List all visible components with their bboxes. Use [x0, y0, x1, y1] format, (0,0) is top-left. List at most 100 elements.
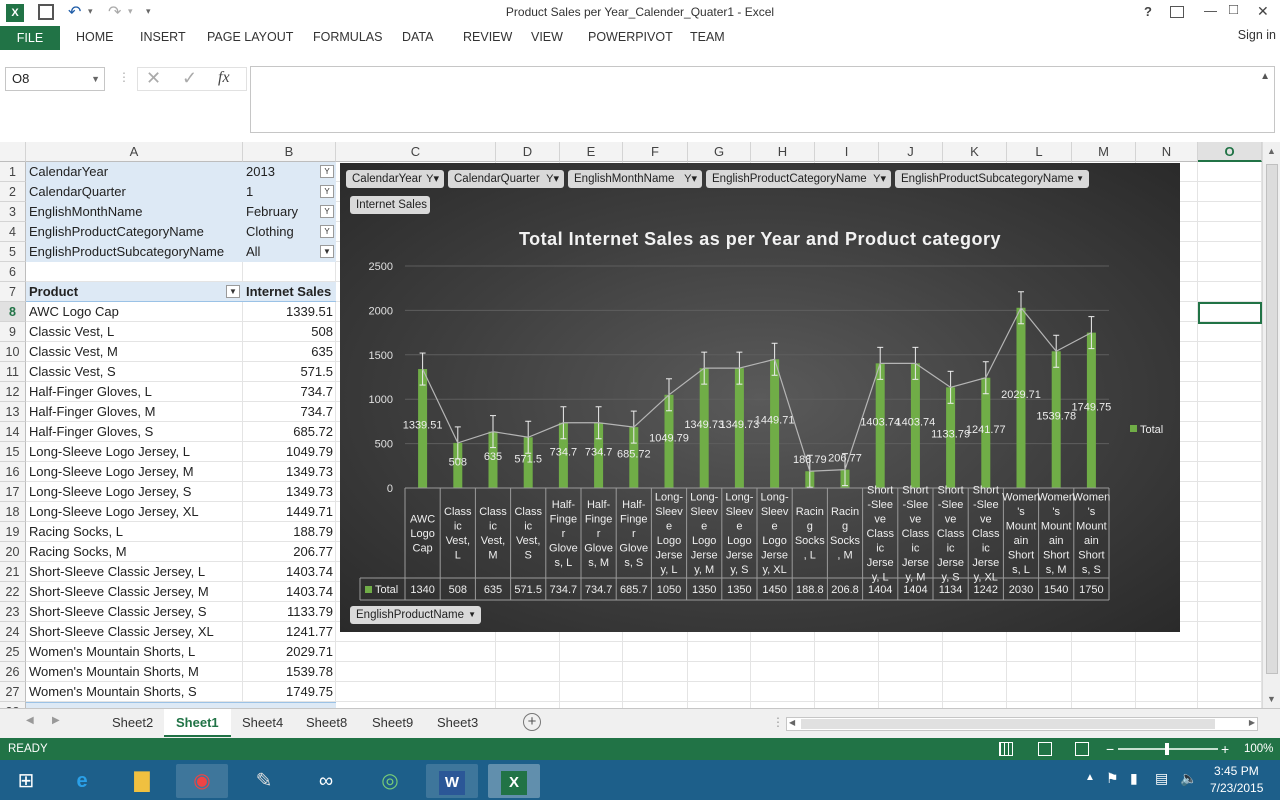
- row-header[interactable]: 22: [0, 582, 26, 602]
- pivot-row-sales[interactable]: 685.72: [243, 422, 336, 442]
- row-header[interactable]: 19: [0, 522, 26, 542]
- zoom-slider-thumb[interactable]: [1165, 743, 1169, 755]
- tab-view[interactable]: VIEW: [531, 30, 563, 44]
- filter-field-label[interactable]: EnglishMonthName: [26, 202, 243, 222]
- column-header-c[interactable]: C: [336, 142, 496, 162]
- tab-team[interactable]: TEAM: [690, 30, 725, 44]
- sheet-tab-sheet3[interactable]: Sheet3: [425, 709, 490, 737]
- pivot-row-product[interactable]: Short-Sleeve Classic Jersey, S: [26, 602, 243, 622]
- zoom-out-button[interactable]: −: [1106, 738, 1114, 760]
- qlikview-icon[interactable]: ◎: [364, 764, 416, 798]
- insert-function-icon[interactable]: fx: [218, 69, 230, 87]
- next-sheet-icon[interactable]: ▶: [52, 715, 60, 726]
- pivot-row-sales[interactable]: 2029.71: [243, 642, 336, 662]
- row-header[interactable]: 11: [0, 362, 26, 382]
- column-header-a[interactable]: A: [26, 142, 243, 162]
- file-explorer-icon[interactable]: ▇: [116, 764, 168, 798]
- pivot-row-product[interactable]: Half-Finger Gloves, L: [26, 382, 243, 402]
- row-header[interactable]: 18: [0, 502, 26, 522]
- name-box[interactable]: O8 ▼: [5, 67, 105, 91]
- column-header-j[interactable]: J: [879, 142, 943, 162]
- pivot-row-product[interactable]: Classic Vest, S: [26, 362, 243, 382]
- scroll-down-icon[interactable]: ▼: [1267, 694, 1276, 704]
- product-filter-dropdown-icon[interactable]: ▼: [226, 285, 240, 298]
- column-header-f[interactable]: F: [623, 142, 688, 162]
- sheet-tab-sheet1[interactable]: Sheet1: [164, 709, 231, 737]
- pivot-row-sales[interactable]: 1349.73: [243, 482, 336, 502]
- row-header[interactable]: 15: [0, 442, 26, 462]
- pivot-row-product[interactable]: Long-Sleeve Logo Jersey, L: [26, 442, 243, 462]
- row-header[interactable]: 3: [0, 202, 26, 222]
- scroll-up-icon[interactable]: ▲: [1267, 146, 1276, 156]
- tab-insert[interactable]: INSERT: [140, 30, 186, 44]
- pivot-row-sales[interactable]: 571.5: [243, 362, 336, 382]
- filter-active-icon[interactable]: Y: [320, 205, 334, 218]
- filter-active-icon[interactable]: Y: [320, 165, 334, 178]
- scroll-right-icon[interactable]: ▶: [1249, 718, 1255, 727]
- pivot-row-product[interactable]: Half-Finger Gloves, M: [26, 402, 243, 422]
- pivot-row-product[interactable]: Long-Sleeve Logo Jersey, M: [26, 462, 243, 482]
- filter-active-icon[interactable]: Y: [320, 225, 334, 238]
- confirm-entry-icon[interactable]: ✓: [182, 68, 197, 89]
- zoom-level[interactable]: 100%: [1244, 738, 1273, 760]
- column-header-i[interactable]: I: [815, 142, 879, 162]
- pivot-row-sales[interactable]: 1539.78: [243, 662, 336, 682]
- filter-dropdown-icon[interactable]: ▼: [320, 245, 334, 258]
- pivot-row-sales[interactable]: 1133.79: [243, 602, 336, 622]
- row-header[interactable]: 13: [0, 402, 26, 422]
- tab-home[interactable]: HOME: [76, 30, 114, 44]
- tools-icon[interactable]: ✎: [238, 764, 290, 798]
- pivot-row-product[interactable]: Short-Sleeve Classic Jersey, L: [26, 562, 243, 582]
- row-header[interactable]: 10: [0, 342, 26, 362]
- volume-icon[interactable]: 🔈: [1180, 770, 1197, 787]
- pivot-row-product[interactable]: Women's Mountain Shorts, S: [26, 682, 243, 702]
- power-icon[interactable]: ▮: [1130, 770, 1138, 787]
- filter-active-icon[interactable]: Y: [320, 185, 334, 198]
- pivot-row-sales[interactable]: 1403.74: [243, 562, 336, 582]
- formula-input[interactable]: ▲: [250, 66, 1275, 133]
- pivot-chart[interactable]: CalendarYear Y▾ CalendarQuarter Y▾ EnglishMo…: [340, 163, 1180, 632]
- row-header[interactable]: 27: [0, 682, 26, 702]
- sheet-tab-sheet4[interactable]: Sheet4: [230, 709, 295, 737]
- column-header-n[interactable]: N: [1136, 142, 1198, 162]
- row-header[interactable]: 23: [0, 602, 26, 622]
- row-header[interactable]: 1: [0, 162, 26, 182]
- pivot-row-product[interactable]: Racing Socks, M: [26, 542, 243, 562]
- vertical-scrollbar-track[interactable]: ▲ ▼: [1262, 142, 1280, 708]
- filter-field-label[interactable]: CalendarYear: [26, 162, 243, 182]
- pivot-row-sales[interactable]: 1049.79: [243, 442, 336, 462]
- pivot-row-product[interactable]: AWC Logo Cap: [26, 302, 243, 322]
- tab-powerpivot[interactable]: POWERPIVOT: [588, 30, 673, 44]
- pivot-row-product[interactable]: Short-Sleeve Classic Jersey, M: [26, 582, 243, 602]
- chrome-icon[interactable]: ◉: [176, 764, 228, 798]
- pivot-row-product[interactable]: Long-Sleeve Logo Jersey, S: [26, 482, 243, 502]
- row-header[interactable]: 24: [0, 622, 26, 642]
- column-header-h[interactable]: H: [751, 142, 815, 162]
- row-header[interactable]: 4: [0, 222, 26, 242]
- start-button-icon[interactable]: ⊞: [0, 764, 52, 798]
- pivot-row-sales[interactable]: 188.79: [243, 522, 336, 542]
- pivot-row-sales[interactable]: 734.7: [243, 382, 336, 402]
- row-header[interactable]: 26: [0, 662, 26, 682]
- hscroll-thumb[interactable]: [801, 719, 1215, 729]
- tab-split-handle[interactable]: ⋮: [772, 715, 784, 729]
- minimize-button[interactable]: —: [1204, 3, 1217, 18]
- page-break-view-icon[interactable]: [1075, 742, 1089, 756]
- tab-review[interactable]: REVIEW: [463, 30, 512, 44]
- column-header-o[interactable]: O: [1198, 142, 1262, 162]
- row-header[interactable]: 2: [0, 182, 26, 202]
- sheet-tab-sheet9[interactable]: Sheet9: [360, 709, 425, 737]
- pivot-row-sales[interactable]: 734.7: [243, 402, 336, 422]
- pivot-row-product[interactable]: Women's Mountain Shorts, L: [26, 642, 243, 662]
- pivot-row-sales[interactable]: 1749.75: [243, 682, 336, 702]
- row-header[interactable]: 25: [0, 642, 26, 662]
- zoom-in-button[interactable]: +: [1221, 738, 1229, 760]
- pivot-row-sales[interactable]: 1403.74: [243, 582, 336, 602]
- filter-field-label[interactable]: EnglishProductSubcategoryName: [26, 242, 243, 262]
- scroll-left-icon[interactable]: ◀: [789, 718, 795, 727]
- column-header-b[interactable]: B: [243, 142, 336, 162]
- filter-field-label[interactable]: CalendarQuarter: [26, 182, 243, 202]
- pivot-row-product[interactable]: Women's Mountain Shorts, M: [26, 662, 243, 682]
- internet-explorer-icon[interactable]: e: [56, 764, 108, 798]
- close-button[interactable]: ✕: [1257, 3, 1269, 20]
